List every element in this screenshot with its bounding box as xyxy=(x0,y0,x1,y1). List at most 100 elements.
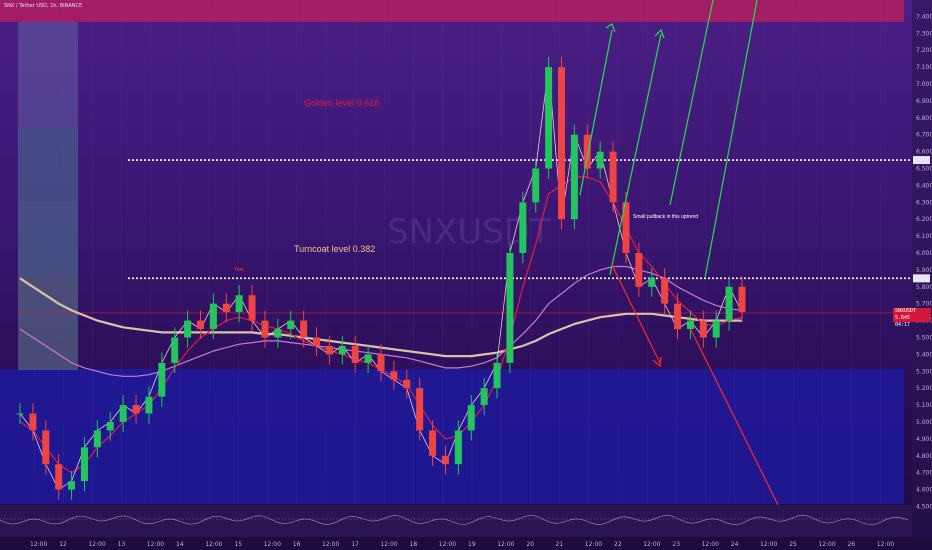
golden-level-tag xyxy=(913,156,930,165)
x-axis-tick-label: 12:00 xyxy=(702,541,719,548)
x-axis-tick-label: 13 xyxy=(118,541,126,548)
candle-body xyxy=(699,320,707,338)
candle-body xyxy=(364,354,372,363)
turncoat-level-tag xyxy=(913,274,930,283)
candle-body xyxy=(416,388,424,431)
candle-body xyxy=(248,295,256,321)
y-axis-tick-label: 4.800 xyxy=(916,453,932,460)
y-axis-tick-label: 5.100 xyxy=(916,402,932,409)
candle-body xyxy=(42,430,50,465)
candle-body xyxy=(351,345,359,363)
candle-body xyxy=(454,430,462,465)
candle-body xyxy=(403,379,411,389)
candle xyxy=(596,141,604,179)
candle-body xyxy=(68,481,76,490)
candle xyxy=(725,276,733,331)
candle xyxy=(712,310,720,348)
candle-body xyxy=(441,455,449,465)
x-axis-tick-label: 12:00 xyxy=(147,541,164,548)
candle xyxy=(235,285,243,323)
candle-body xyxy=(235,295,243,313)
y-axis-tick-label: 5.700 xyxy=(916,301,932,308)
y-axis-tick-label: 6.200 xyxy=(916,216,932,223)
candle xyxy=(364,344,372,373)
y-axis-tick-label: 5.500 xyxy=(916,334,932,341)
y-axis-tick-label: 7.100 xyxy=(916,64,932,71)
candle-body xyxy=(93,430,101,448)
candle-body xyxy=(29,413,37,431)
candle-body xyxy=(171,337,179,363)
x-axis-tick-label: 12:00 xyxy=(205,541,222,548)
y-axis-tick-label: 7.200 xyxy=(916,47,932,54)
candle-body xyxy=(274,329,282,338)
candle-body xyxy=(558,67,565,220)
candle xyxy=(609,141,617,213)
x-axis-tick-label: 16 xyxy=(293,541,301,548)
y-axis-tick-label: 7.000 xyxy=(916,81,932,88)
y-axis-tick-label: 6.500 xyxy=(916,166,932,173)
x-axis-tick-label: 21 xyxy=(556,541,564,548)
candle-body xyxy=(209,303,217,330)
candle-body xyxy=(674,303,682,330)
price-tag-time: 04:17 xyxy=(895,321,911,328)
candle-body xyxy=(338,345,346,355)
chart-stage[interactable]: SNXUSDT Golden level 0.618 Turncoat leve… xyxy=(0,0,932,550)
golden-level-label: Golden level 0.618 xyxy=(304,98,379,108)
x-axis-tick-label: 12:00 xyxy=(497,541,514,548)
x-axis-tick-label: 12:00 xyxy=(322,541,339,548)
candle xyxy=(184,310,192,348)
candle-body xyxy=(532,168,540,203)
candle-body xyxy=(738,286,746,313)
left-fib-zone-2 xyxy=(18,202,78,276)
candle xyxy=(635,242,643,297)
green-arrow-1 xyxy=(579,29,613,196)
candle xyxy=(313,327,321,357)
candle xyxy=(622,192,630,264)
indicator-pane[interactable] xyxy=(0,505,912,537)
candle-body xyxy=(184,320,192,338)
y-axis-tick-label: 4.500 xyxy=(916,503,932,510)
candle-body xyxy=(480,388,488,406)
y-axis-tick-label: 6.300 xyxy=(916,199,932,206)
x-axis-tick-label: 15 xyxy=(234,541,242,548)
candle-body xyxy=(261,320,269,338)
x-axis-tick-label: 12:00 xyxy=(380,541,397,548)
x-axis-tick-label: 23 xyxy=(672,541,680,548)
y-axis-tick-label: 6.400 xyxy=(916,182,932,189)
candle xyxy=(570,124,578,230)
x-axis-tick-label: 12:00 xyxy=(264,541,281,548)
candle-body xyxy=(583,134,591,169)
candle-body xyxy=(325,345,333,355)
candle-body xyxy=(545,67,553,169)
x-axis-tick-label: 12 xyxy=(59,541,67,548)
candle-body xyxy=(429,430,437,456)
x-axis-tick-label: 12:00 xyxy=(88,541,105,548)
candle xyxy=(545,57,553,179)
y-axis-tick-label: 6.900 xyxy=(916,98,932,105)
y-axis-tick-label: 6.700 xyxy=(916,132,932,139)
candle xyxy=(351,335,359,373)
green-arrow-2-head xyxy=(654,28,665,39)
y-axis-tick-label: 5.900 xyxy=(916,267,932,274)
x-axis-tick-label: 19 xyxy=(468,541,476,548)
y-axis-tick-label: 5.800 xyxy=(916,284,932,291)
y-axis-tick-label: 6.800 xyxy=(916,115,932,122)
candle-body xyxy=(145,396,153,414)
candle-body xyxy=(725,286,733,321)
candle-body xyxy=(390,371,398,380)
y-axis-tick-label: 4.900 xyxy=(916,436,932,443)
turncoat-level-label: Turncoat level 0.382 xyxy=(294,244,375,254)
candle-body xyxy=(158,362,166,397)
candle-body xyxy=(570,134,578,220)
price-chart[interactable]: SNXUSDT Golden level 0.618 Turncoat leve… xyxy=(0,0,932,550)
candle-body xyxy=(506,253,514,363)
candle-body xyxy=(467,405,475,431)
green-arrow-1-head xyxy=(605,23,616,33)
x-axis-tick-label: 20 xyxy=(526,541,534,548)
price-tag-value: 5.645 xyxy=(895,314,911,321)
candle-body xyxy=(16,413,24,415)
x-axis-tick-label: 24 xyxy=(731,541,739,548)
candle-body xyxy=(648,278,656,287)
candle xyxy=(222,293,230,323)
y-axis-tick-label: 7.400 xyxy=(916,13,932,20)
